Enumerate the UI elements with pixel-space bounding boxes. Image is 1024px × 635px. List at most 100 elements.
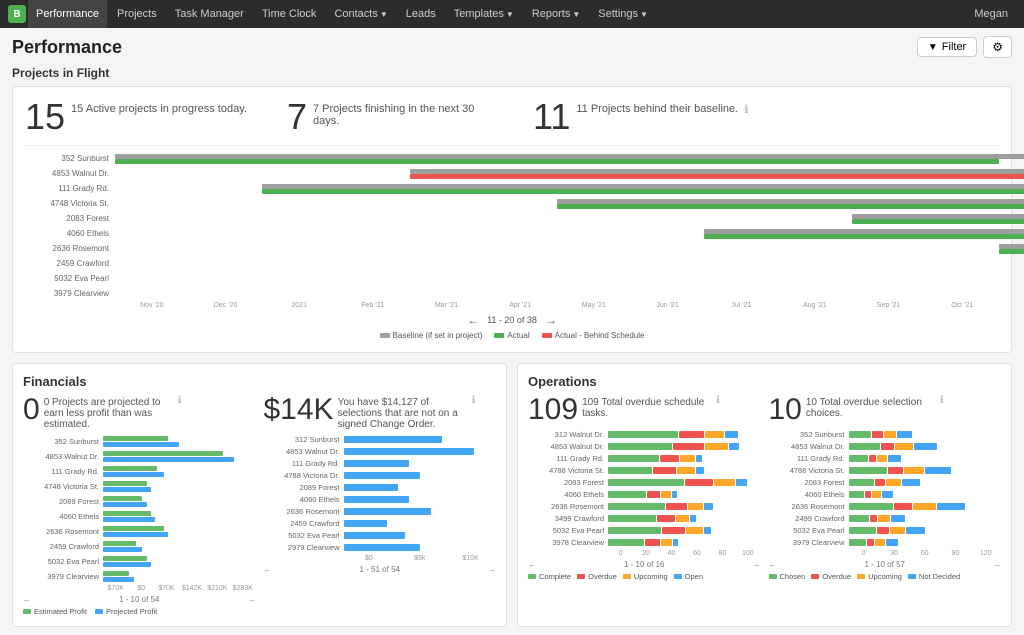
prev-icon[interactable]: ← bbox=[23, 595, 31, 604]
actual-bar bbox=[410, 174, 1024, 179]
mini-label: 2636 Rosemont bbox=[264, 507, 344, 516]
axis-label: 0 bbox=[849, 550, 880, 557]
financials-metric2: $14K You have $14,127 of selections that… bbox=[264, 395, 497, 616]
dual-bar bbox=[103, 562, 151, 567]
operations-desc2: 10 Total overdue selection choices. bbox=[806, 395, 936, 419]
mini-track bbox=[608, 431, 761, 438]
mini-label: 4788 Victoria St. bbox=[528, 466, 608, 475]
stacked-bar bbox=[913, 503, 936, 510]
stacked-bar bbox=[849, 467, 887, 474]
legend-label: Upcoming bbox=[868, 572, 902, 581]
info-icon[interactable]: ℹ bbox=[744, 103, 748, 116]
next-icon[interactable]: → bbox=[247, 595, 255, 604]
stacked-bar bbox=[895, 443, 913, 450]
gantt-axis-label: Oct '21 bbox=[925, 302, 999, 309]
stacked-bar bbox=[881, 443, 894, 450]
stacked-bar bbox=[677, 467, 695, 474]
gantt-prev-icon[interactable]: ← bbox=[467, 313, 479, 327]
stat-finishing-number: 7 bbox=[287, 99, 307, 135]
stacked-bar bbox=[886, 539, 899, 546]
axis-label: 0 bbox=[608, 550, 633, 557]
next-icon[interactable]: → bbox=[488, 565, 496, 574]
gantt-rows: 352 Sunburst4853 Walnut Dr.111 Grady Rd.… bbox=[25, 152, 999, 300]
gantt-chart: 352 Sunburst4853 Walnut Dr.111 Grady Rd.… bbox=[25, 145, 999, 340]
operations-num1: 109 bbox=[528, 395, 578, 425]
gantt-axis-label: Dec '20 bbox=[189, 302, 263, 309]
mini-label: 4853 Walnut Dr. bbox=[769, 442, 849, 451]
mini-row: 4748 Victoria St. bbox=[23, 479, 256, 493]
nav-item-time-clock[interactable]: Time Clock bbox=[254, 0, 325, 28]
stat-finishing-projects: 7 7 Projects finishing in the next 30 da… bbox=[287, 99, 493, 135]
mini-track bbox=[849, 467, 1002, 474]
next-icon[interactable]: → bbox=[993, 560, 1001, 569]
prev-icon[interactable]: ← bbox=[769, 560, 777, 569]
mini-label: 4748 Victoria St. bbox=[23, 482, 103, 491]
stat-finishing-desc: 7 Projects finishing in the next 30 days… bbox=[313, 99, 493, 127]
next-icon[interactable]: → bbox=[752, 560, 760, 569]
axis-label: $0 bbox=[344, 555, 395, 562]
info-icon[interactable]: ℹ bbox=[940, 395, 944, 406]
gear-button[interactable]: ⚙ bbox=[983, 36, 1012, 58]
gantt-axis: Nov '20Dec '202021Feb '21Mar '21Apr '21M… bbox=[25, 302, 999, 309]
gantt-next-icon[interactable]: → bbox=[545, 313, 557, 327]
stacked-bar bbox=[673, 443, 705, 450]
stacked-bar bbox=[679, 431, 704, 438]
stacked-bar bbox=[891, 515, 905, 522]
dual-bar bbox=[103, 532, 168, 537]
nav-item-performance[interactable]: Performance bbox=[28, 0, 107, 28]
info-icon[interactable]: ℹ bbox=[178, 395, 182, 406]
mini-label: 3499 Crawford bbox=[528, 514, 608, 523]
info-icon[interactable]: ℹ bbox=[472, 395, 476, 406]
mini-track bbox=[103, 511, 256, 522]
legend-label: Projected Profit bbox=[106, 607, 157, 616]
nav-item-contacts[interactable]: Contacts▼ bbox=[326, 0, 395, 28]
mini-row: 4853 Walnut Dr. bbox=[264, 446, 497, 457]
section-title-flight: Projects in Flight bbox=[12, 66, 1012, 80]
mini-label: 2459 Crawford bbox=[264, 519, 344, 528]
stacked-bar bbox=[608, 527, 661, 534]
mini-label: 5032 Eva Pearl bbox=[264, 531, 344, 540]
nav-item-leads[interactable]: Leads bbox=[398, 0, 444, 28]
legend-label: Actual - Behind Schedule bbox=[555, 331, 645, 340]
mini-row: 111 Grady Rd. bbox=[23, 464, 256, 478]
nav-item-task-manager[interactable]: Task Manager bbox=[167, 0, 252, 28]
actual-bar bbox=[999, 249, 1024, 254]
mini-track bbox=[344, 460, 497, 467]
baseline-bar bbox=[262, 184, 1024, 189]
stacked-bar bbox=[608, 455, 659, 462]
stacked-bar bbox=[878, 515, 889, 522]
single-bar bbox=[344, 472, 420, 479]
stat-behind-desc: 11 Projects behind their baseline. bbox=[576, 99, 738, 115]
operations-chart1: 312 Walnut Dr.4853 Walnut Dr.111 Grady R… bbox=[528, 429, 761, 548]
nav-item-settings[interactable]: Settings▼ bbox=[590, 0, 656, 28]
stacked-bar bbox=[725, 431, 738, 438]
stacked-bar bbox=[877, 527, 888, 534]
prev-icon[interactable]: ← bbox=[264, 565, 272, 574]
mini-row: 2459 Crawford bbox=[264, 518, 497, 529]
gantt-track bbox=[115, 244, 999, 254]
filter-button[interactable]: ▼ Filter bbox=[917, 37, 977, 57]
dual-bar bbox=[103, 472, 164, 477]
mini-track bbox=[608, 455, 761, 462]
user-menu[interactable]: Megan bbox=[966, 8, 1016, 20]
bottom-sections: Financials 0 0 Projects are projected to… bbox=[12, 363, 1012, 627]
mini-track bbox=[608, 443, 761, 450]
baseline-bar bbox=[999, 244, 1024, 249]
stacked-bar bbox=[894, 503, 912, 510]
gantt-axis-label: Nov '20 bbox=[115, 302, 189, 309]
nav-item-reports[interactable]: Reports▼ bbox=[524, 0, 588, 28]
nav-item-templates[interactable]: Templates▼ bbox=[446, 0, 522, 28]
prev-icon[interactable]: ← bbox=[528, 560, 536, 569]
operations-axis2: 0306090120 bbox=[769, 550, 1002, 557]
stacked-bar bbox=[608, 467, 652, 474]
mini-label: 111 Grady Rd. bbox=[769, 454, 849, 463]
stat-active-projects: 15 15 Active projects in progress today. bbox=[25, 99, 247, 135]
nav-item-projects[interactable]: Projects bbox=[109, 0, 165, 28]
mini-label: 111 Grady Rd. bbox=[264, 459, 344, 468]
mini-label: 4853 Walnut Dr. bbox=[23, 452, 103, 461]
info-icon[interactable]: ℹ bbox=[716, 395, 720, 406]
mini-track bbox=[344, 544, 497, 551]
stacked-bar bbox=[696, 455, 702, 462]
mini-label: 2636 Rosemont bbox=[769, 502, 849, 511]
mini-row: 4853 Walnut Dr. bbox=[769, 441, 1002, 452]
